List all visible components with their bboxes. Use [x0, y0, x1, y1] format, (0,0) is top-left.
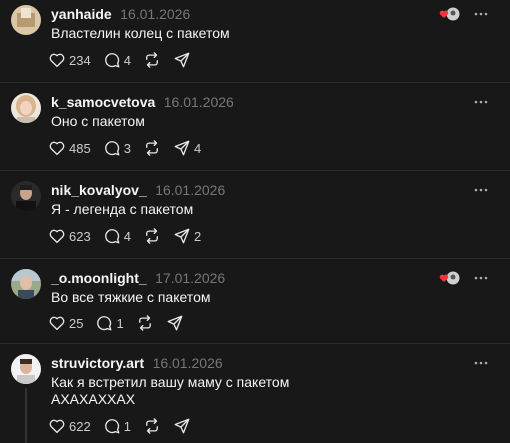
more-icon[interactable]	[474, 183, 488, 197]
more-icon[interactable]	[474, 95, 488, 109]
repost-button[interactable]	[143, 415, 161, 437]
comment-icon	[104, 419, 120, 434]
share-button[interactable]	[173, 49, 191, 71]
reply-count: 4	[123, 52, 131, 68]
avatar[interactable]	[11, 354, 41, 384]
comment-icon	[104, 141, 120, 156]
more-icon[interactable]	[474, 7, 488, 21]
repost-button[interactable]	[136, 312, 154, 334]
share-button[interactable]: 4	[173, 137, 201, 159]
post-text: Оно с пакетом	[51, 113, 145, 129]
like-count: 234	[69, 52, 91, 68]
post-actions: 623 4 2	[48, 225, 213, 247]
post-date: 16.01.2026	[120, 6, 191, 22]
thread-post: yanhaide 16.01.2026 Властелин колец с па…	[0, 0, 510, 83]
share-count: 2	[193, 228, 202, 244]
reply-button[interactable]: 1	[103, 415, 131, 437]
comment-icon	[104, 229, 120, 244]
username[interactable]: k_samocvetova	[51, 94, 155, 110]
post-actions: 622 1	[48, 415, 203, 437]
repost-icon	[146, 418, 158, 434]
post-header: struvictory.art 16.01.2026	[51, 355, 223, 373]
username[interactable]: yanhaide	[51, 6, 112, 22]
share-button[interactable]	[173, 415, 191, 437]
liked-by-creator-badge	[438, 6, 462, 22]
reply-count: 1	[116, 315, 124, 331]
post-header: yanhaide 16.01.2026	[51, 6, 190, 24]
heart-icon	[49, 141, 65, 156]
post-text: Я - легенда с пакетом	[51, 201, 194, 217]
repost-icon	[138, 315, 151, 331]
post-header: k_samocvetova 16.01.2026	[51, 94, 234, 112]
thread-post: k_samocvetova 16.01.2026 Оно с пакетом 4…	[0, 83, 510, 171]
reply-count: 3	[123, 140, 131, 156]
reply-button[interactable]: 1	[95, 312, 124, 334]
share-button[interactable]	[166, 312, 184, 334]
like-button[interactable]: 622	[48, 415, 91, 437]
username[interactable]: nik_kovalyov_	[51, 182, 147, 198]
repost-icon	[146, 228, 158, 244]
like-button[interactable]: 25	[48, 312, 83, 334]
reply-button[interactable]: 3	[103, 137, 131, 159]
like-count: 622	[69, 418, 91, 434]
share-button[interactable]: 2	[173, 225, 201, 247]
share-count: 4	[193, 140, 202, 156]
more-icon[interactable]	[474, 356, 488, 370]
avatar[interactable]	[11, 93, 41, 123]
post-actions: 234 4	[48, 49, 203, 71]
reply-count: 4	[123, 228, 131, 244]
post-text-line-2: АХАХАХХАХ	[51, 391, 136, 407]
repost-button[interactable]	[143, 225, 161, 247]
like-count: 485	[69, 140, 91, 156]
like-count: 623	[69, 228, 91, 244]
send-icon	[167, 315, 183, 331]
avatar[interactable]	[11, 269, 41, 299]
reply-button[interactable]: 4	[103, 49, 131, 71]
thread-line	[25, 388, 27, 443]
post-text: Как я встретил вашу маму с пакетом	[51, 374, 290, 390]
reply-count: 1	[123, 418, 131, 434]
avatar[interactable]	[11, 5, 41, 35]
post-date: 16.01.2026	[155, 182, 226, 198]
post-header: nik_kovalyov_ 16.01.2026	[51, 182, 225, 200]
avatar[interactable]	[11, 181, 41, 211]
send-icon	[174, 140, 190, 156]
send-icon	[174, 52, 190, 68]
post-text: Во все тяжкие с пакетом	[51, 289, 211, 305]
like-button[interactable]: 485	[48, 137, 91, 159]
send-icon	[174, 418, 190, 434]
repost-button[interactable]	[143, 137, 161, 159]
repost-button[interactable]	[143, 49, 161, 71]
post-actions: 25 1	[48, 312, 196, 334]
comment-icon	[104, 53, 120, 68]
post-date: 16.01.2026	[152, 355, 223, 371]
post-text: Властелин колец с пакетом	[51, 25, 230, 41]
username[interactable]: _o.moonlight_	[51, 270, 147, 286]
post-actions: 485 3 4	[48, 137, 213, 159]
send-icon	[174, 228, 190, 244]
repost-icon	[146, 140, 158, 156]
like-count: 25	[69, 315, 84, 331]
post-date: 16.01.2026	[163, 94, 234, 110]
reply-button[interactable]: 4	[103, 225, 131, 247]
heart-icon	[49, 229, 65, 244]
liked-by-creator-badge	[438, 270, 462, 286]
post-date: 17.01.2026	[155, 270, 226, 286]
repost-icon	[146, 52, 158, 68]
thread-post: struvictory.art 16.01.2026 Как я встрети…	[0, 344, 510, 443]
username[interactable]: struvictory.art	[51, 355, 144, 371]
thread-post: _o.moonlight_ 17.01.2026 Во все тяжкие с…	[0, 259, 510, 344]
like-button[interactable]: 623	[48, 225, 91, 247]
comment-icon	[97, 316, 112, 331]
post-header: _o.moonlight_ 17.01.2026	[51, 270, 225, 288]
like-button[interactable]: 234	[48, 49, 91, 71]
heart-icon	[49, 419, 65, 434]
heart-icon	[49, 53, 65, 68]
heart-icon	[49, 316, 65, 331]
thread-post: nik_kovalyov_ 16.01.2026 Я - легенда с п…	[0, 171, 510, 259]
more-icon[interactable]	[474, 271, 488, 285]
